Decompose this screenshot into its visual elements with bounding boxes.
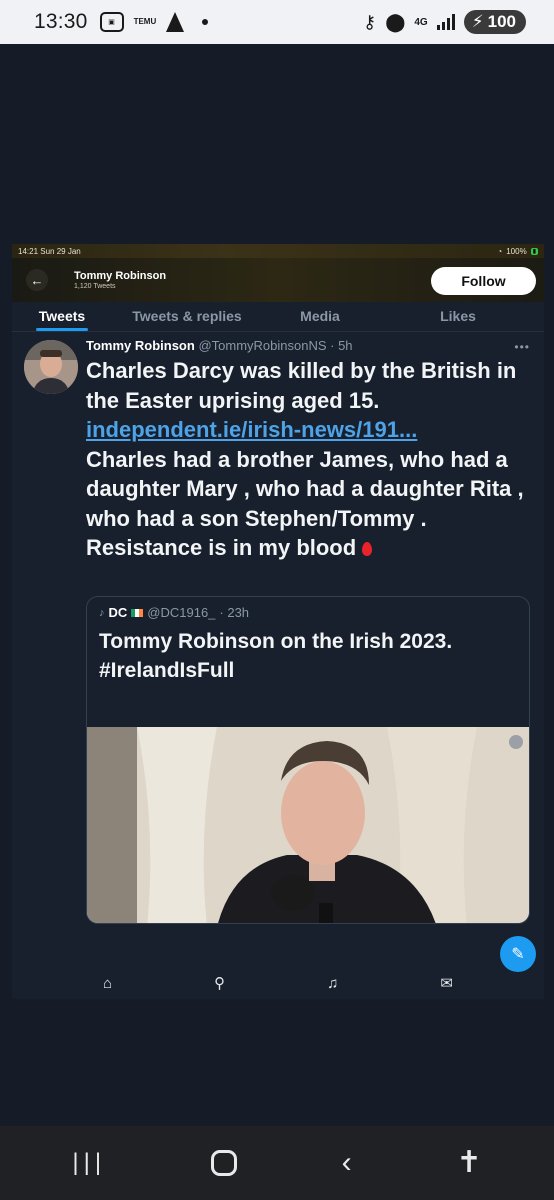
more-options-icon[interactable]: ••• — [514, 340, 530, 354]
temu-icon: TEMU — [133, 17, 157, 26]
quote-time: · 23h — [219, 605, 250, 620]
status-left-icons: ▣ TEMU — [99, 12, 209, 32]
blood-drop-icon — [362, 542, 373, 557]
accessibility-icon[interactable]: ✝ — [456, 1148, 481, 1178]
battery-icon: ▮ — [530, 247, 538, 255]
tweet-count: 1,120 Tweets — [74, 283, 116, 290]
quote-header: ♪ DC @DC1916_ · 23h — [99, 605, 249, 620]
location-icon: ⬤ — [385, 11, 406, 32]
gif-badge-icon — [509, 735, 523, 749]
status-right-icons: ⚷ ⬤ 4G ⚡ 100 — [363, 10, 526, 34]
screenshot-viewer: 14:21 Sun 29 Jan ◔ 100% ▮ ← Tommy Robins… — [0, 44, 554, 1126]
quote-video-thumbnail[interactable] — [87, 727, 529, 923]
back-arrow-icon[interactable]: ← — [26, 269, 48, 291]
search-icon[interactable]: ⚲ — [214, 974, 225, 992]
quote-text: Tommy Robinson on the Irish 2023. #Irela… — [99, 627, 519, 685]
quote-hashtag[interactable]: #IrelandIsFull — [99, 659, 234, 682]
screenshot-icon: ▣ — [99, 12, 124, 32]
network-label: 4G — [414, 16, 428, 28]
battery-level: 100 — [487, 12, 516, 31]
quote-author-name[interactable]: DC — [109, 605, 128, 620]
inner-battery: ◔ 100% ▮ — [497, 247, 538, 256]
battery-charging-icon: ⚡ — [471, 12, 484, 31]
bell-icon[interactable]: ♫ — [327, 975, 338, 992]
avatar[interactable] — [24, 340, 78, 394]
android-nav-bar: ||| ‹ ✝ — [0, 1126, 554, 1200]
wifi-icon: ◔ — [497, 246, 503, 256]
navigation-icon — [166, 12, 185, 32]
tab-media[interactable]: Media — [262, 302, 378, 331]
quote-author-handle[interactable]: @DC1916_ — [147, 605, 215, 620]
bottom-tab-bar: ⌂ ⚲ ♫ ✉ — [12, 966, 544, 1000]
tweet-time: · 5h — [330, 338, 353, 353]
tab-tweets[interactable]: Tweets — [12, 302, 112, 331]
tweet-header: Tommy Robinson @TommyRobinsonNS · 5h — [86, 338, 353, 353]
embedded-screenshot: 14:21 Sun 29 Jan ◔ 100% ▮ ← Tommy Robins… — [12, 244, 544, 999]
tweet-author-name[interactable]: Tommy Robinson — [86, 338, 195, 353]
quote-text-line: Tommy Robinson on the Irish 2023. — [99, 630, 453, 653]
profile-name: Tommy Robinson — [74, 270, 167, 282]
profile-header-text: Tommy Robinson 1,120 Tweets — [74, 270, 166, 290]
signal-icon — [436, 14, 455, 30]
tab-likes[interactable]: Likes — [378, 302, 538, 331]
harp-icon: ♪ — [99, 606, 105, 619]
quoted-tweet[interactable]: ♪ DC @DC1916_ · 23h Tommy Robinson on th… — [86, 596, 530, 924]
inner-battery-level: 100% — [506, 246, 527, 256]
mail-icon[interactable]: ✉ — [440, 974, 453, 992]
status-time: 13:30 — [34, 10, 88, 33]
tab-tweets-replies[interactable]: Tweets & replies — [112, 302, 262, 331]
tweet-link[interactable]: independent.ie/irish-news/191... — [86, 417, 417, 442]
follow-button[interactable]: Follow — [431, 267, 536, 295]
inner-status-time: 14:21 Sun 29 Jan — [18, 246, 81, 256]
battery-indicator: ⚡ 100 — [463, 10, 526, 34]
tweet-author-handle[interactable]: @TommyRobinsonNS — [198, 338, 326, 353]
profile-tabs: Tweets Tweets & replies Media Likes — [12, 302, 544, 332]
tweet-text-part1: Charles Darcy was killed by the British … — [86, 358, 517, 413]
tweet[interactable]: Tommy Robinson @TommyRobinsonNS · 5h •••… — [12, 332, 544, 998]
android-status-bar: 13:30 ▣ TEMU ⚷ ⬤ 4G ⚡ 100 — [0, 0, 554, 44]
inner-status-bar: 14:21 Sun 29 Jan ◔ 100% ▮ — [12, 244, 544, 258]
home-button-icon[interactable] — [210, 1150, 237, 1176]
notification-dot-icon — [202, 19, 209, 25]
profile-header: ← Tommy Robinson 1,120 Tweets Follow — [12, 258, 544, 302]
home-icon[interactable]: ⌂ — [103, 975, 112, 992]
tweet-text: Charles Darcy was killed by the British … — [86, 356, 538, 563]
key-icon: ⚷ — [363, 11, 377, 32]
recents-icon[interactable]: ||| — [72, 1148, 106, 1178]
tweet-text-part2: Charles had a brother James, who had a d… — [86, 446, 524, 561]
irish-flag-icon — [131, 608, 144, 617]
back-icon[interactable]: ‹ — [342, 1148, 352, 1178]
